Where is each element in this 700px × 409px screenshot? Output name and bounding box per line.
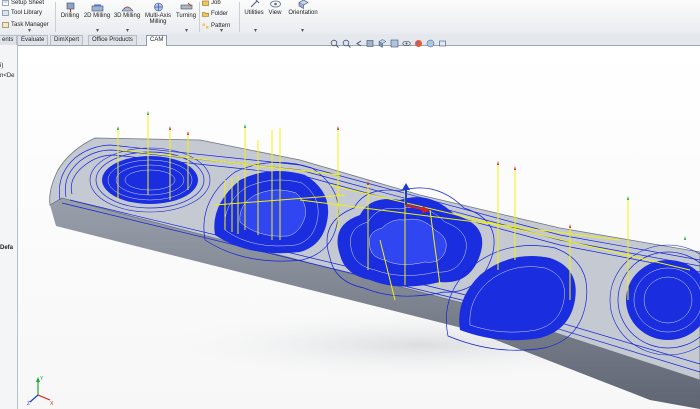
svg-text:X: X <box>50 401 54 407</box>
svg-text:Z: Z <box>27 401 30 407</box>
svg-text:Y: Y <box>40 376 44 382</box>
cam-toolpath-scene[interactable]: Z X Y <box>0 0 700 409</box>
reference-triad: Z X Y <box>27 376 54 407</box>
